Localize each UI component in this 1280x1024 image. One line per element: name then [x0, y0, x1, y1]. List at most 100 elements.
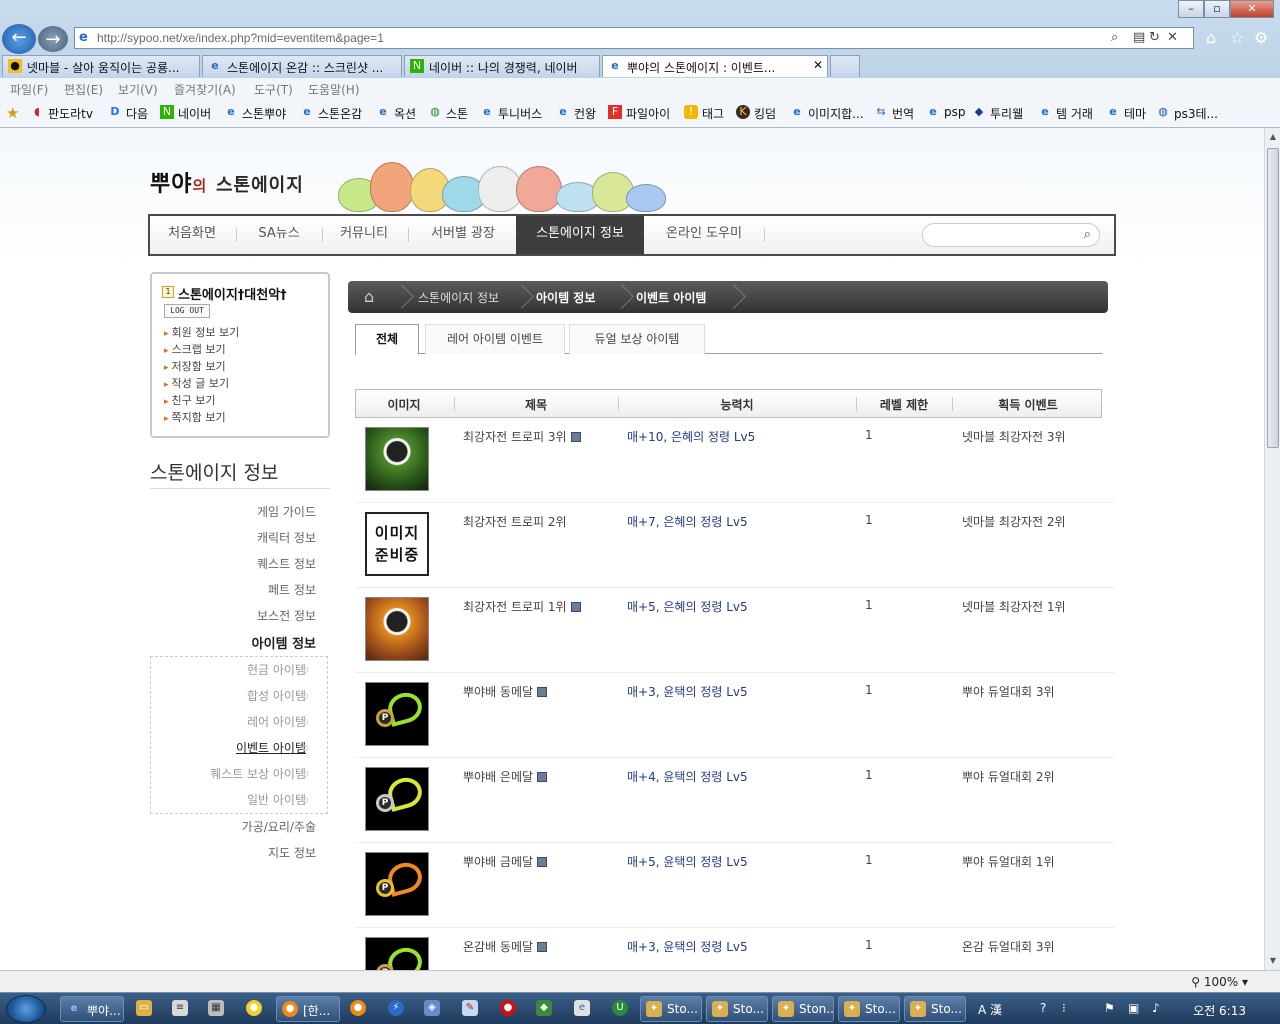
- notepad-icon[interactable]: ≡: [172, 1000, 188, 1016]
- logout-button[interactable]: LOG OUT: [164, 304, 210, 318]
- favorite-link[interactable]: D 다음: [108, 105, 148, 122]
- site-search-input[interactable]: ⌕: [922, 223, 1100, 247]
- favorite-link[interactable]: ◆ 투리웰: [972, 105, 1023, 122]
- refresh-icon[interactable]: ↻: [1149, 30, 1160, 45]
- browser-tab[interactable]: N 네이버 :: 나의 경쟁력, 네이버: [404, 55, 600, 77]
- taskbar-button[interactable]: ✦ Ston...: [772, 996, 834, 1022]
- explorer-icon[interactable]: ▭: [136, 1000, 152, 1016]
- new-tab-button[interactable]: [830, 55, 860, 77]
- favorite-link[interactable]: e 스톤뿌야: [224, 105, 286, 122]
- sidebar-subitem-quest-reward[interactable]: 퀘스트 보상 아이템: [210, 765, 306, 782]
- item-image-medal[interactable]: P: [365, 682, 429, 746]
- favorite-link[interactable]: e 투니버스: [480, 105, 542, 122]
- app-icon[interactable]: ◈: [424, 1000, 440, 1016]
- menu-view[interactable]: 보기(V): [118, 81, 158, 98]
- scrollbar-thumb[interactable]: [1267, 148, 1279, 448]
- taskbar-button[interactable]: ✦ Sto...: [838, 996, 900, 1022]
- volume-icon[interactable]: ♪: [1152, 1001, 1160, 1015]
- sidebar-item-boss[interactable]: 보스전 정보: [257, 607, 316, 624]
- sidebar-subitem-rare[interactable]: 레어 아이템: [247, 713, 306, 730]
- table-row[interactable]: P 뿌야배 동메달 매+3, 윤택의 정령 Lv5 1 뿌야 듀얼대회 3위: [355, 673, 1115, 758]
- item-title[interactable]: 뿌야배 금메달: [463, 853, 548, 870]
- sidebar-item-pet[interactable]: 페트 정보: [268, 581, 316, 598]
- record-icon[interactable]: ●: [500, 1000, 516, 1016]
- sidebar-item-character[interactable]: 캐릭터 정보: [257, 529, 316, 546]
- tab-rare-event[interactable]: 레어 아이템 이벤트: [425, 324, 565, 354]
- saved-link[interactable]: ▸ 저장함 보기: [164, 358, 226, 374]
- my-posts-link[interactable]: ▸ 작성 글 보기: [164, 375, 229, 391]
- vertical-scrollbar[interactable]: ▲ ▼: [1264, 128, 1280, 970]
- scroll-down-icon[interactable]: ▼: [1267, 954, 1279, 968]
- language-bar-icon[interactable]: A 漢: [978, 1001, 1002, 1018]
- start-button[interactable]: [6, 995, 46, 1023]
- help-icon[interactable]: ?: [1040, 1001, 1046, 1015]
- favorite-link[interactable]: F 파일아이: [608, 105, 670, 122]
- item-title[interactable]: 온감배 동메달: [463, 938, 548, 955]
- gnb-home[interactable]: 처음화면: [150, 216, 234, 254]
- favorite-link[interactable]: e 스톤온감: [300, 105, 362, 122]
- close-tab-icon[interactable]: ✕: [813, 58, 823, 72]
- app-icon[interactable]: ●: [350, 1000, 366, 1016]
- paint-icon[interactable]: ✎: [462, 1000, 478, 1016]
- item-title[interactable]: 최강자전 트로피 1위: [463, 598, 581, 615]
- address-url[interactable]: http://sypoo.net/xe/index.php?mid=eventi…: [97, 31, 384, 45]
- search-icon[interactable]: ⌕: [1084, 227, 1091, 242]
- gnb-online-helper[interactable]: 온라인 도우미: [644, 216, 764, 254]
- favorite-link[interactable]: ◍ 스톤: [428, 105, 468, 122]
- breadcrumb-item[interactable]: 스톤에이지 정보: [418, 289, 499, 306]
- browser-tab[interactable]: e 스톤에이지 온감 :: 스크린샷 ...: [202, 55, 402, 77]
- tab-all[interactable]: 전체: [355, 324, 419, 355]
- item-image-trophy[interactable]: [365, 427, 429, 491]
- sidebar-item-game-guide[interactable]: 게임 가이드: [257, 503, 316, 520]
- sidebar-item-item-info[interactable]: 아이템 정보: [252, 633, 316, 652]
- favorite-link[interactable]: e psp: [926, 105, 965, 119]
- flag-icon[interactable]: ⚑: [1104, 1001, 1115, 1015]
- item-title[interactable]: 뿌야배 은메달: [463, 768, 548, 785]
- browser-tab-active[interactable]: e 뿌야의 스톤에이지 : 이벤트... ✕: [602, 55, 828, 77]
- sidebar-subitem-event[interactable]: 이벤트 아이템: [236, 739, 306, 756]
- sidebar-subitem-synthesis[interactable]: 합성 아이템: [247, 687, 306, 704]
- options-icon[interactable]: ⁝: [1062, 1001, 1066, 1015]
- ie-page-icon[interactable]: e: [574, 1000, 590, 1016]
- menu-favorites[interactable]: 즐겨찾기(A): [174, 81, 236, 98]
- close-window-button[interactable]: ✕: [1230, 0, 1274, 18]
- item-title[interactable]: 최강자전 트로피 3위: [463, 428, 581, 445]
- site-logo[interactable]: 뿌야의 스톤에이지: [150, 166, 304, 198]
- favorite-link[interactable]: e 컨왕: [556, 105, 596, 122]
- table-row[interactable]: P 온감배 동메달 매+3, 윤택의 정령 Lv5 1 온감 듀얼대회 3위: [355, 928, 1115, 970]
- sidebar-subitem-cash[interactable]: 현금 아이템: [247, 661, 306, 678]
- member-info-link[interactable]: ▸ 회원 정보 보기: [164, 324, 239, 340]
- address-bar[interactable]: e http://sypoo.net/xe/index.php?mid=even…: [74, 27, 1194, 49]
- breadcrumb-item-current[interactable]: 이벤트 아이템: [636, 289, 706, 306]
- item-image-medal[interactable]: P: [365, 767, 429, 831]
- table-row[interactable]: 이미지 준비중 최강자전 트로피 2위 매+7, 은혜의 정령 Lv5 1 넷마블…: [355, 503, 1115, 588]
- add-favorite-star-icon[interactable]: ★: [6, 104, 19, 122]
- item-image-medal[interactable]: P: [365, 852, 429, 916]
- favorite-link[interactable]: e 이미지합...: [790, 105, 863, 122]
- breadcrumb-item[interactable]: 아이템 정보: [536, 289, 595, 306]
- search-icon[interactable]: ⌕: [1111, 30, 1118, 45]
- app-icon[interactable]: U: [612, 1000, 628, 1016]
- messages-link[interactable]: ▸ 쪽지함 보기: [164, 409, 226, 425]
- gnb-stoneage-info[interactable]: 스톤에이지 정보: [516, 216, 644, 254]
- back-button[interactable]: ←: [2, 24, 36, 54]
- favorite-link[interactable]: ◍ ps3테...: [1156, 105, 1218, 122]
- item-image-trophy[interactable]: [365, 597, 429, 661]
- sidebar-item-map[interactable]: 지도 정보: [268, 844, 316, 861]
- tab-duel-reward[interactable]: 듀얼 보상 아이템: [569, 324, 705, 354]
- home-icon[interactable]: ⌂: [1206, 28, 1216, 47]
- item-title[interactable]: 최강자전 트로피 2위: [463, 513, 567, 530]
- scroll-up-icon[interactable]: ▲: [1267, 130, 1279, 144]
- sidebar-item-quest[interactable]: 퀘스트 정보: [257, 555, 316, 572]
- messenger-icon[interactable]: ●: [246, 1000, 262, 1016]
- taskbar-button[interactable]: e 뿌야...: [60, 996, 124, 1022]
- forward-button[interactable]: →: [38, 26, 68, 52]
- menu-file[interactable]: 파일(F): [10, 81, 48, 98]
- item-title[interactable]: 뿌야배 동메달: [463, 683, 548, 700]
- system-clock[interactable]: 오전 6:13: [1193, 1002, 1246, 1019]
- gnb-sa-news[interactable]: SA뉴스: [238, 216, 320, 254]
- network-icon[interactable]: ▣: [1128, 1001, 1139, 1015]
- gnb-server-plaza[interactable]: 서버별 광장: [410, 216, 516, 254]
- app-icon[interactable]: ◆: [536, 1000, 552, 1016]
- lightning-icon[interactable]: ⚡: [388, 1000, 404, 1016]
